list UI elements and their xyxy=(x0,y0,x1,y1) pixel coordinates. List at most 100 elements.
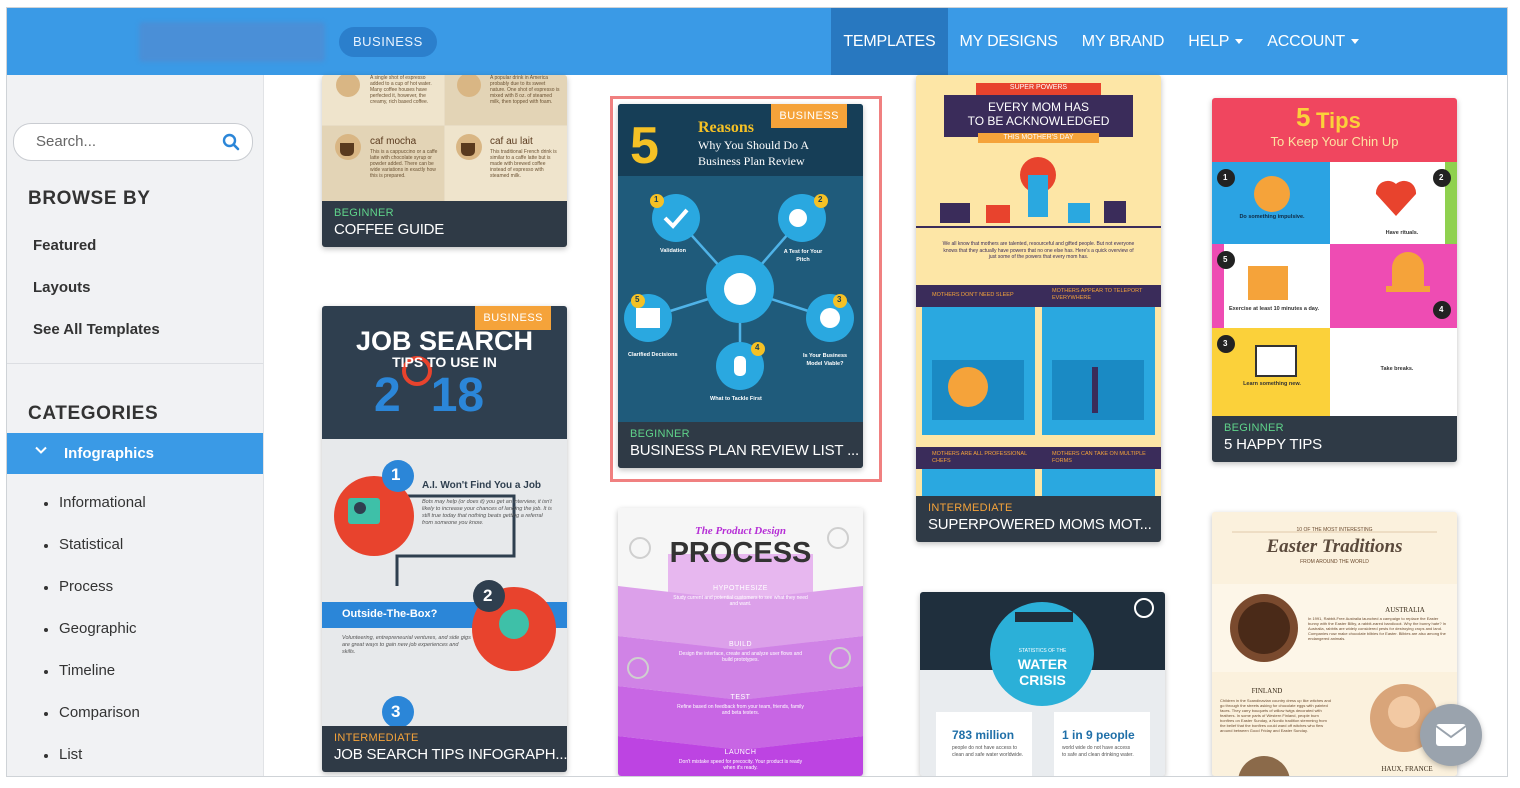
bag-icon xyxy=(1104,201,1126,223)
nav-templates[interactable]: TEMPLATES xyxy=(831,8,948,75)
easter-c1: AUSTRALIA xyxy=(1385,606,1425,614)
job-year-a: 2 xyxy=(374,369,401,422)
category-pill[interactable]: BUSINESS xyxy=(339,27,437,57)
card-title: SUPERPOWERED MOMS MOT... xyxy=(928,516,1152,533)
nav-help[interactable]: HELP xyxy=(1176,8,1255,75)
card-title: COFFEE GUIDE xyxy=(334,221,445,238)
moms-heading1: EVERY MOM HAS xyxy=(988,100,1089,114)
tips-num-2: 2 xyxy=(1439,173,1444,182)
bp-num-5: 5 xyxy=(635,295,640,304)
sidebar-link-see-all-templates[interactable]: See All Templates xyxy=(33,321,160,338)
coffee-top2-text: A popular drink in America probably due … xyxy=(490,75,560,105)
template-grid: A single shot of espresso added to a cup… xyxy=(264,75,1507,776)
coffee-cup-icon xyxy=(461,143,475,156)
easter-top: 10 OF THE MOST INTERESTING xyxy=(1296,527,1373,533)
moms-intro: We all know that mothers are talented, r… xyxy=(942,241,1135,260)
moms-box3: MOTHERS ARE ALL PROFESSIONAL CHEFS xyxy=(932,451,1027,464)
coffee-cell1-title: caf mocha xyxy=(370,136,417,147)
bp-num-4: 4 xyxy=(755,343,760,352)
thumbs-up-icon xyxy=(820,308,840,328)
job-tip2: Outside-The-Box? xyxy=(342,608,438,620)
search-icon[interactable] xyxy=(222,133,240,151)
tips-heading: Tips xyxy=(1316,108,1361,133)
checklist-icon xyxy=(636,308,660,328)
sidebar-category-label: Infographics xyxy=(64,445,155,462)
card-footer: BEGINNER BUSINESS PLAN REVIEW LIST ... xyxy=(618,422,863,468)
tips-item-4: Take breaks. xyxy=(1380,366,1414,372)
process-heading: PROCESS xyxy=(669,537,812,569)
easter-c3: HAUX, FRANCE xyxy=(1381,765,1433,773)
envelope-icon xyxy=(1435,724,1467,746)
template-card-product-design-process[interactable]: The Product Design PROCESS HYPOTHESIZE S… xyxy=(618,508,863,776)
caret-down-icon xyxy=(1351,39,1359,44)
process-step-hypothesize: HYPOTHESIZE xyxy=(713,585,768,592)
chevron-down-icon xyxy=(35,446,47,454)
subcategory-statistical[interactable]: Statistical xyxy=(43,536,123,553)
easter-c2: FINLAND xyxy=(1251,687,1283,695)
job-num-1: 1 xyxy=(391,465,401,484)
tips-num-4: 4 xyxy=(1439,305,1444,314)
hand-pointer-icon xyxy=(734,356,746,376)
job-tip2-text: Volunteering, entrepreneurial ventures, … xyxy=(342,635,471,655)
sidebar-link-featured[interactable]: Featured xyxy=(33,237,96,254)
business-badge: BUSINESS xyxy=(771,104,847,128)
template-card-water-crisis[interactable]: STATISTICS OF THE WATER CRISIS 783 milli… xyxy=(920,592,1165,776)
tips-item-2: Have rituals. xyxy=(1385,230,1419,236)
nav-account-label: ACCOUNT xyxy=(1267,32,1345,50)
process-step-build: BUILD xyxy=(728,641,753,648)
template-card-job-search-tips[interactable]: BUSINESS JOB SEARCH TIPS TO USE IN 2 18 1… xyxy=(322,306,567,772)
water-stat1-text: people do not have access to clean and s… xyxy=(952,745,1024,758)
tips-item-5: Learn something new. xyxy=(1243,381,1301,387)
card-level: INTERMEDIATE xyxy=(928,502,1013,514)
card-title: JOB SEARCH TIPS INFOGRAPH... xyxy=(334,746,567,763)
easter-c2-text: Children in the Scandinavian country dre… xyxy=(1220,698,1331,733)
subcategory-list[interactable]: List xyxy=(43,746,82,763)
shirt-icon xyxy=(1068,203,1090,223)
coffee-cup-icon xyxy=(340,143,354,156)
top-navigation-bar: BUSINESS TEMPLATES MY DESIGNS MY BRAND H… xyxy=(7,8,1507,75)
subcategory-geographic[interactable]: Geographic xyxy=(44,620,137,637)
book-icon xyxy=(1255,345,1297,377)
coffee-cell1-text: This is a cappuccino or a caffe latte wi… xyxy=(370,149,438,179)
process-step-launch: LAUNCH xyxy=(724,749,757,756)
job-year: 2 18 xyxy=(374,368,484,423)
nav-account[interactable]: ACCOUNT xyxy=(1255,8,1507,75)
tips-num-3: 5 xyxy=(1223,255,1228,264)
subcategory-process[interactable]: Process xyxy=(43,578,113,595)
nav-my-designs[interactable]: MY DESIGNS xyxy=(948,8,1070,75)
coffee-cell2-title: caf au lait xyxy=(490,136,533,147)
template-card-business-plan-review[interactable]: BUSINESS 5 Reasons Why You Should Do A B… xyxy=(618,104,863,468)
easter-c1-text: In 1991, Rabbit-Free Australia launched … xyxy=(1308,616,1447,641)
bp-item-test-pitch: A Test for Your Pitch xyxy=(783,249,823,263)
chat-button[interactable] xyxy=(1420,704,1482,766)
search-input[interactable] xyxy=(34,132,208,151)
template-card-superpowered-moms[interactable]: SUPER POWERS EVERY MOM HAS TO BE ACKNOWL… xyxy=(916,75,1161,542)
subcategory-comparison[interactable]: Comparison xyxy=(44,704,140,721)
card-footer: BEGINNER 5 HAPPY TIPS xyxy=(1212,416,1457,462)
template-card-coffee-guide[interactable]: A single shot of espresso added to a cup… xyxy=(322,75,567,247)
template-card-5-happy-tips[interactable]: 5 Tips To Keep Your Chin Up 1 2 5 4 3 Do… xyxy=(1212,98,1457,462)
job-num-2: 2 xyxy=(483,586,493,605)
subcategory-informational[interactable]: Informational xyxy=(44,494,146,511)
water-top: STATISTICS OF THE xyxy=(1018,648,1067,654)
caret-down-icon xyxy=(1235,39,1244,44)
water-stat2: 1 in 9 people xyxy=(1062,728,1135,742)
process-step-launch-text: Don't mistake speed for precocity. Your … xyxy=(678,759,803,771)
coffee-top1-text: A single shot of espresso added to a cup… xyxy=(370,75,432,105)
job-tip1: A.I. Won't Find You a Job xyxy=(422,480,542,491)
water-heading1: WATER xyxy=(1017,656,1068,672)
sidebar-link-layouts[interactable]: Layouts xyxy=(33,279,91,296)
brand-logo[interactable] xyxy=(139,22,325,62)
subcategory-timeline[interactable]: Timeline xyxy=(43,662,115,679)
sidebar-category-infographics[interactable]: Infographics xyxy=(7,433,263,474)
card-level: BEGINNER xyxy=(630,428,690,440)
card-title: BUSINESS PLAN REVIEW LIST ... xyxy=(630,442,859,459)
nav-my-brand[interactable]: MY BRAND xyxy=(1070,8,1177,75)
sidebar: BROWSE BY Featured Layouts See All Templ… xyxy=(7,75,264,776)
rocking-horse-icon xyxy=(986,205,1010,223)
water-stat1: 783 million xyxy=(952,728,1015,742)
tips-num-1: 1 xyxy=(1223,173,1228,182)
tips-item-1: Do something impulsive. xyxy=(1239,214,1305,220)
water-stat2-text: world wide do not have access to safe an… xyxy=(1062,745,1134,758)
nav-help-label: HELP xyxy=(1188,32,1230,50)
